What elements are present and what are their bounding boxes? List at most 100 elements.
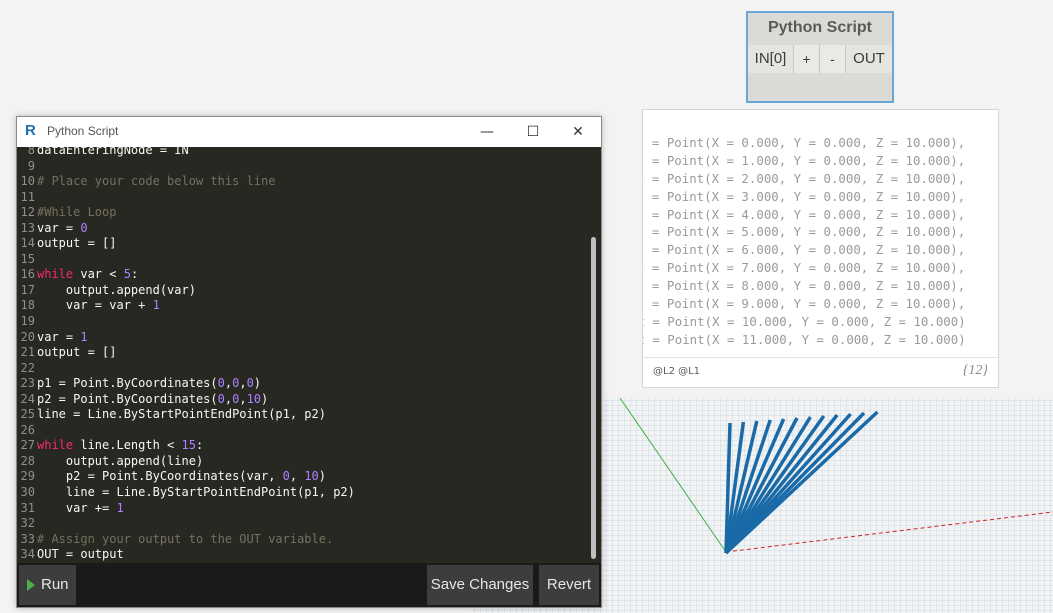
line-number: 21 xyxy=(20,345,35,360)
item-count: {12} xyxy=(962,363,988,378)
code-line[interactable]: 28 output.append(line) xyxy=(17,454,593,470)
preview-item: t = Point(X = 9.000, Y = 0.000, Z = 10.0… xyxy=(642,296,966,312)
comment-token: # Assign your output to the OUT variable… xyxy=(37,531,334,546)
line-number: 18 xyxy=(20,298,35,313)
code-text: var += 1 xyxy=(35,501,124,517)
close-button[interactable]: ✕ xyxy=(556,119,600,145)
code-token: output = [] xyxy=(37,236,117,251)
code-token: : xyxy=(195,438,204,453)
output-port[interactable]: OUT xyxy=(846,45,892,73)
save-changes-button[interactable]: Save Changes xyxy=(427,565,533,605)
code-line[interactable]: 32 xyxy=(17,516,593,532)
line-number: 12 xyxy=(20,205,35,220)
code-line[interactable]: 24 p2 = Point.ByCoordinates(0,0,10) xyxy=(17,392,593,408)
code-line[interactable]: 27 while line.Length < 15: xyxy=(17,438,593,454)
line-number: 13 xyxy=(20,220,35,235)
python-script-node[interactable]: Python Script IN[0] + - OUT xyxy=(746,11,894,103)
code-text: # Assign your output to the OUT variable… xyxy=(35,532,333,548)
play-icon xyxy=(27,579,35,591)
python-editor-window[interactable]: R Python Script — ☐ ✕ 8 dataEnteringNode … xyxy=(16,116,602,608)
code-text: #While Loop xyxy=(35,205,116,221)
run-button[interactable]: Run xyxy=(19,565,76,605)
code-token: , xyxy=(224,391,233,406)
code-line[interactable]: 11 xyxy=(17,190,593,206)
maximize-button[interactable]: ☐ xyxy=(511,119,555,145)
code-line[interactable]: 10 # Place your code below this line xyxy=(17,174,593,190)
code-token: var = var + xyxy=(37,298,153,313)
code-line[interactable]: 16 while var < 5: xyxy=(17,267,593,283)
code-token: p2 = Point.ByCoordinates(var, xyxy=(37,469,283,484)
preview-item: t = Point(X = 5.000, Y = 0.000, Z = 10.0… xyxy=(642,224,966,240)
comment-token: #While Loop xyxy=(37,205,117,220)
code-line[interactable]: 29 p2 = Point.ByCoordinates(var, 0, 10) xyxy=(17,469,593,485)
code-line[interactable]: 33 # Assign your output to the OUT variab… xyxy=(17,532,593,548)
code-line[interactable]: 15 xyxy=(17,252,593,268)
code-line[interactable]: 19 xyxy=(17,314,593,330)
code-token: , xyxy=(224,376,233,391)
line-number: 24 xyxy=(20,391,35,406)
editor-toolbar: Run Save Changes Revert xyxy=(17,563,601,607)
code-token: var = xyxy=(37,220,81,235)
code-line[interactable]: 13 var = 0 xyxy=(17,221,593,237)
line-number: 34 xyxy=(20,547,35,562)
code-line[interactable]: 25 line = Line.ByStartPointEndPoint(p1, p… xyxy=(17,407,593,423)
code-line[interactable]: 17 output.append(var) xyxy=(17,283,593,299)
number-token: 0 xyxy=(217,376,225,391)
line-number: 25 xyxy=(20,407,35,422)
code-line[interactable]: 34 OUT = output xyxy=(17,547,593,563)
code-text: output = [] xyxy=(35,236,116,252)
code-line[interactable]: 23 p1 = Point.ByCoordinates(0,0,0) xyxy=(17,376,593,392)
number-token: 0 xyxy=(80,220,88,235)
code-line[interactable]: 9 xyxy=(17,159,593,175)
line-number: 8 xyxy=(27,147,35,157)
add-port-button[interactable]: + xyxy=(794,45,820,73)
preview-item: t = Point(X = 1.000, Y = 0.000, Z = 10.0… xyxy=(642,152,966,168)
window-title: Python Script xyxy=(47,124,119,138)
line-number: 19 xyxy=(20,314,35,329)
code-text: # Place your code below this line xyxy=(35,174,275,190)
code-line[interactable]: 31 var += 1 xyxy=(17,501,593,517)
input-port[interactable]: IN[0] xyxy=(748,45,794,73)
preview-item: nt = Point(X = 10.000, Y = 0.000, Z = 10… xyxy=(642,313,966,329)
code-line[interactable]: 21 output = [] xyxy=(17,345,593,361)
comment-token: # Place your code below this line xyxy=(37,174,276,189)
keyword-token: while xyxy=(37,438,74,453)
code-token: output.append(line) xyxy=(37,453,204,468)
code-line[interactable]: 26 xyxy=(17,423,593,439)
code-text: while line.Length < 15: xyxy=(35,438,203,454)
number-token: 1 xyxy=(152,298,160,313)
code-token: ) xyxy=(253,376,262,391)
minimize-button[interactable]: — xyxy=(465,119,509,145)
code-line[interactable]: 8 dataEnteringNode = IN xyxy=(17,147,593,159)
line-number: 23 xyxy=(20,376,35,391)
code-token: output.append(var) xyxy=(37,282,196,297)
code-text: output.append(var) xyxy=(35,283,196,299)
code-token: var < xyxy=(73,267,124,282)
code-line[interactable]: 14 output = [] xyxy=(17,236,593,252)
preview-item: t = Point(X = 3.000, Y = 0.000, Z = 10.0… xyxy=(642,188,966,204)
code-line[interactable]: 20 var = 1 xyxy=(17,330,593,346)
line-number: 29 xyxy=(20,469,35,484)
line-number: 15 xyxy=(20,251,35,266)
code-text: output = [] xyxy=(35,345,116,361)
code-line[interactable]: 30 line = Line.ByStartPointEndPoint(p1, … xyxy=(17,485,593,501)
number-token: 5 xyxy=(123,267,131,282)
code-token: line.Length < xyxy=(73,438,182,453)
code-token: ) xyxy=(261,391,269,406)
line-number: 10 xyxy=(20,174,35,189)
code-text: p2 = Point.ByCoordinates(0,0,10) xyxy=(35,392,268,408)
code-line[interactable]: 18 var = var + 1 xyxy=(17,298,593,314)
code-token: , xyxy=(289,469,305,484)
code-line[interactable]: 22 xyxy=(17,361,593,377)
code-text: var = var + 1 xyxy=(35,298,160,314)
code-line[interactable]: 12 #While Loop xyxy=(17,205,593,221)
code-editor[interactable]: 8 dataEnteringNode = IN 9 10 # Place your co… xyxy=(17,147,593,563)
revert-button[interactable]: Revert xyxy=(539,565,599,605)
title-bar[interactable]: R Python Script — ☐ ✕ xyxy=(17,117,601,147)
preview-bubble[interactable]: t = Point(X = 0.000, Y = 0.000, Z = 10.0… xyxy=(642,109,999,388)
remove-port-button[interactable]: - xyxy=(820,45,846,73)
vertical-scrollbar[interactable] xyxy=(591,237,596,559)
